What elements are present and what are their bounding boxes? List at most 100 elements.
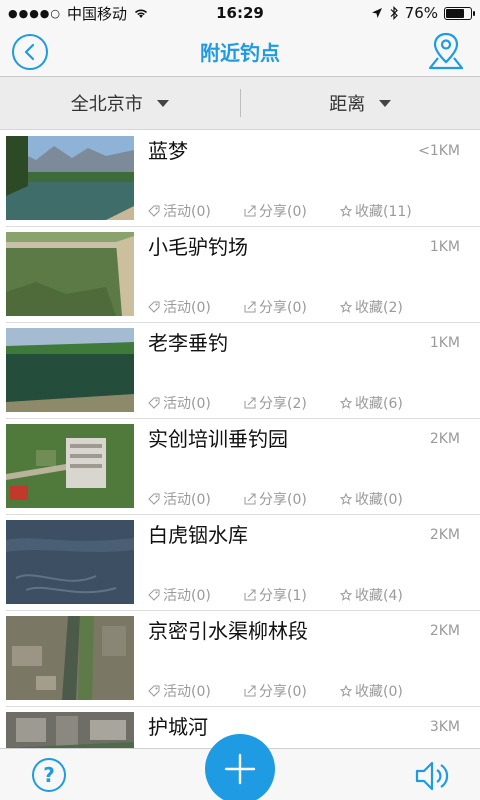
filter-bar: 全北京市 距离 <box>0 76 480 130</box>
nav-bar: 附近钓点 <box>0 26 480 76</box>
favorite-count: 收藏(11) <box>355 204 412 220</box>
favorite-count: 收藏(4) <box>355 588 403 604</box>
tag-icon <box>148 685 160 697</box>
favorite-count: 收藏(6) <box>355 396 403 412</box>
spot-name: 小毛驴钓场 <box>148 235 248 259</box>
favorite-stat[interactable]: 收藏(4) <box>340 585 436 605</box>
help-button[interactable]: ? <box>32 758 66 792</box>
spot-distance: 2KM <box>429 623 460 639</box>
spot-name: 老李垂钓 <box>148 331 228 355</box>
share-icon <box>244 301 256 313</box>
dropdown-caret-icon <box>156 99 169 107</box>
spot-name: 护城河 <box>148 715 208 739</box>
activity-count: 活动(0) <box>163 396 211 412</box>
back-button[interactable] <box>12 34 48 70</box>
favorite-stat[interactable]: 收藏(0) <box>340 681 436 701</box>
spot-thumbnail <box>6 712 134 748</box>
share-stat[interactable]: 分享(0) <box>244 297 340 317</box>
voice-button[interactable] <box>414 759 452 793</box>
star-icon <box>340 301 352 313</box>
star-icon <box>340 397 352 409</box>
activity-count: 活动(0) <box>163 300 211 316</box>
spot-name: 白虎铟水库 <box>148 523 248 547</box>
add-spot-button[interactable] <box>205 734 275 800</box>
favorite-stat[interactable]: 收藏(0) <box>340 489 436 509</box>
share-count: 分享(2) <box>259 396 307 412</box>
page-title: 附近钓点 <box>200 40 280 65</box>
sort-filter-label: 距离 <box>329 94 366 115</box>
favorite-count: 收藏(2) <box>355 300 403 316</box>
share-count: 分享(0) <box>259 684 307 700</box>
tag-icon <box>148 205 160 217</box>
wifi-icon <box>134 9 148 18</box>
share-icon <box>244 589 256 601</box>
activity-count: 活动(0) <box>163 492 211 508</box>
share-stat[interactable]: 分享(0) <box>244 201 340 221</box>
activity-stat[interactable]: 活动(0) <box>148 297 244 317</box>
spot-distance: 3KM <box>429 719 460 735</box>
share-count: 分享(1) <box>259 588 307 604</box>
share-stat[interactable]: 分享(1) <box>244 585 340 605</box>
dropdown-caret-icon <box>379 99 392 107</box>
list-item[interactable]: 白虎铟水库 2KM 活动(0) 分享(1) 收藏(4) <box>6 515 480 611</box>
share-icon <box>244 685 256 697</box>
list-item[interactable]: 老李垂钓 1KM 活动(0) 分享(2) 收藏(6) <box>6 323 480 419</box>
speaker-icon <box>415 761 449 791</box>
favorite-count: 收藏(0) <box>355 492 403 508</box>
signal-strength-icon: ●●●●○ <box>8 6 61 20</box>
spot-name: 京密引水渠柳林段 <box>148 619 308 643</box>
activity-stat[interactable]: 活动(0) <box>148 201 244 221</box>
spot-thumbnail <box>6 136 134 220</box>
status-bar: ●●●●○ 中国移动 16:29 76% <box>0 0 480 26</box>
share-stat[interactable]: 分享(0) <box>244 681 340 701</box>
star-icon <box>340 685 352 697</box>
activity-stat[interactable]: 活动(0) <box>148 681 244 701</box>
carrier-label: 中国移动 <box>67 4 128 23</box>
sort-filter[interactable]: 距离 <box>241 90 480 116</box>
activity-stat[interactable]: 活动(0) <box>148 585 244 605</box>
list-item[interactable]: 实创培训垂钓园 2KM 活动(0) 分享(0) 收藏(0) <box>6 419 480 515</box>
region-filter-label: 全北京市 <box>70 94 143 115</box>
share-icon <box>244 397 256 409</box>
spot-thumbnail <box>6 520 134 604</box>
list-item[interactable]: 京密引水渠柳林段 2KM 活动(0) 分享(0) 收藏(0) <box>6 611 480 707</box>
favorite-count: 收藏(0) <box>355 684 403 700</box>
spot-distance: 1KM <box>429 335 460 351</box>
tag-icon <box>148 493 160 505</box>
list-item[interactable]: 小毛驴钓场 1KM 活动(0) 分享(0) 收藏(2) <box>6 227 480 323</box>
favorite-stat[interactable]: 收藏(6) <box>340 393 436 413</box>
spot-thumbnail <box>6 232 134 316</box>
spot-thumbnail <box>6 424 134 508</box>
share-stat[interactable]: 分享(0) <box>244 489 340 509</box>
star-icon <box>340 205 352 217</box>
location-arrow-icon <box>371 8 382 18</box>
activity-stat[interactable]: 活动(0) <box>148 393 244 413</box>
plus-icon <box>224 753 256 785</box>
share-icon <box>244 205 256 217</box>
star-icon <box>340 589 352 601</box>
spot-thumbnail <box>6 616 134 700</box>
activity-stat[interactable]: 活动(0) <box>148 489 244 509</box>
activity-count: 活动(0) <box>163 204 211 220</box>
spot-thumbnail <box>6 328 134 412</box>
spot-name: 实创培训垂钓园 <box>148 427 288 451</box>
share-count: 分享(0) <box>259 204 307 220</box>
favorite-stat[interactable]: 收藏(2) <box>340 297 436 317</box>
share-stat[interactable]: 分享(2) <box>244 393 340 413</box>
help-icon: ? <box>43 763 55 787</box>
spot-distance: 1KM <box>429 239 460 255</box>
map-pin-icon <box>428 32 464 70</box>
tag-icon <box>148 397 160 409</box>
activity-count: 活动(0) <box>163 588 211 604</box>
share-count: 分享(0) <box>259 300 307 316</box>
list-item[interactable]: 蓝梦 <1KM 活动(0) 分享(0) 收藏(11) <box>6 131 480 227</box>
region-filter[interactable]: 全北京市 <box>0 90 240 116</box>
share-icon <box>244 493 256 505</box>
spot-distance: <1KM <box>418 143 460 159</box>
map-button[interactable] <box>426 30 466 72</box>
spot-distance: 2KM <box>429 431 460 447</box>
star-icon <box>340 493 352 505</box>
bluetooth-icon <box>390 6 398 20</box>
chevron-left-icon <box>24 43 35 61</box>
favorite-stat[interactable]: 收藏(11) <box>340 201 436 221</box>
